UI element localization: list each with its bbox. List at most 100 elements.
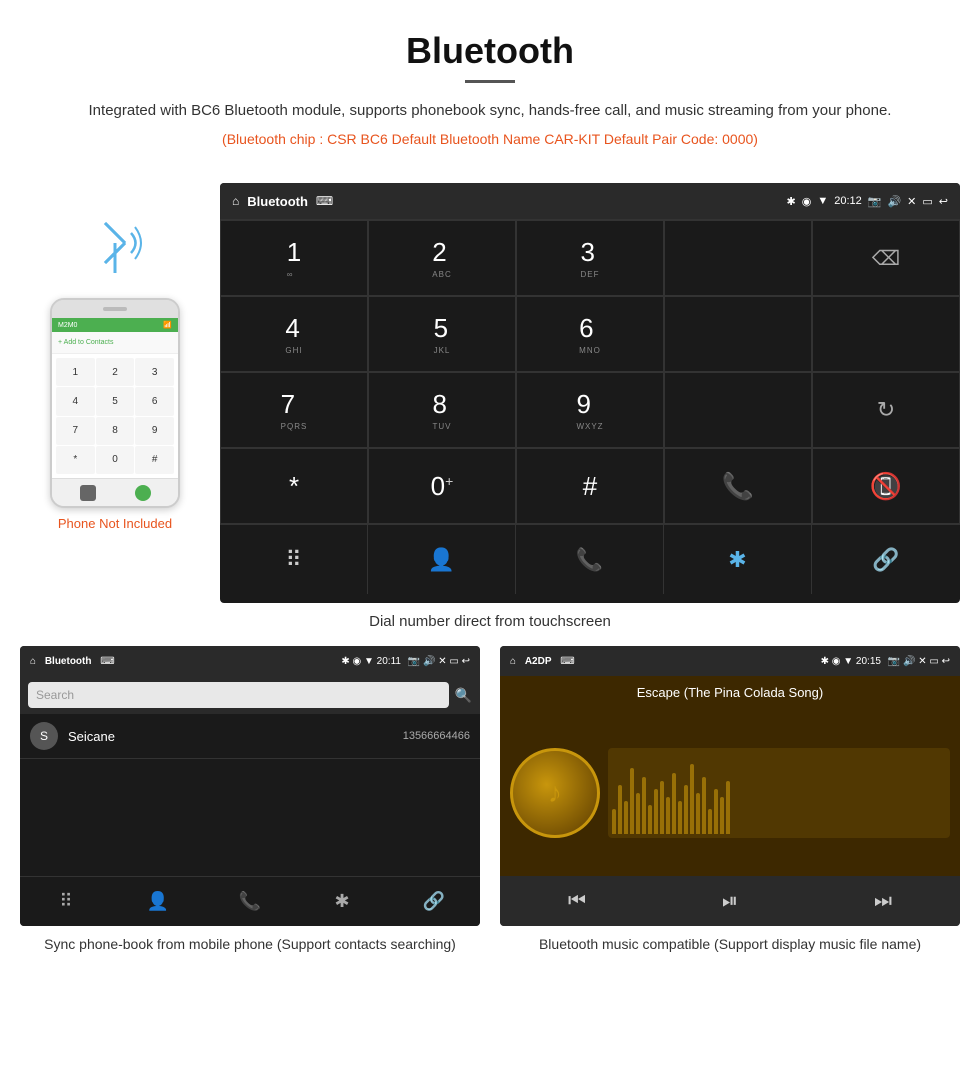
dial-key-7[interactable]: 7PQRS bbox=[220, 372, 368, 448]
nav-settings[interactable]: 🔗 bbox=[812, 525, 960, 594]
music-caption: Bluetooth music compatible (Support disp… bbox=[500, 934, 960, 955]
phonebook-screenshot-item: ⌂ Bluetooth ⌨ ✱ ◉ ▼ 20:11 📷 🔊 ✕ ▭ ↩ Sear… bbox=[20, 646, 480, 955]
pb-nav-bt[interactable]: ✱ bbox=[296, 877, 388, 926]
nav-contacts[interactable]: 👤 bbox=[368, 525, 516, 594]
music-status-left: ⌂ A2DP ⌨ bbox=[510, 656, 575, 667]
music-album-area: ♪ bbox=[500, 710, 960, 876]
phone-not-included-label: Phone Not Included bbox=[58, 516, 172, 531]
pb-title: Bluetooth bbox=[45, 656, 92, 667]
dial-key-0[interactable]: 0+ bbox=[368, 448, 516, 524]
pb-search-button[interactable]: 🔍 bbox=[455, 687, 472, 704]
phone-call-icon bbox=[135, 485, 151, 501]
refresh-icon: ↻ bbox=[877, 397, 895, 423]
status-title: Bluetooth bbox=[247, 194, 308, 209]
music-screenshot-item: ⌂ A2DP ⌨ ✱ ◉ ▼ 20:15 📷 🔊 ✕ ▭ ↩ Escape (T… bbox=[500, 646, 960, 955]
dial-refresh[interactable]: ↻ bbox=[812, 372, 960, 448]
music-close-icon[interactable]: ✕ bbox=[918, 656, 926, 667]
dial-key-4[interactable]: 4GHI bbox=[220, 296, 368, 372]
nav-bluetooth-icon[interactable]: ✱ bbox=[664, 525, 812, 594]
pb-nav-dialpad[interactable]: ⠿ bbox=[20, 877, 112, 926]
dial-backspace[interactable]: ⌫ bbox=[812, 220, 960, 296]
status-bar-right: ✱ ◉ ▼ 20:12 📷 🔊 ✕ ▭ ↩ bbox=[787, 195, 949, 208]
music-next-btn[interactable]: ⏭ bbox=[874, 890, 892, 913]
pb-contact-row[interactable]: S Seicane 13566664466 bbox=[20, 714, 480, 759]
backspace-icon: ⌫ bbox=[872, 246, 900, 271]
pb-contact-number: 13566664466 bbox=[403, 730, 470, 742]
pb-back-icon[interactable]: ↩ bbox=[462, 656, 470, 667]
music-play-btn[interactable]: ⏯ bbox=[722, 890, 738, 913]
pb-nav-link[interactable]: 🔗 bbox=[388, 877, 480, 926]
music-usb-icon: ⌨ bbox=[560, 656, 574, 667]
music-note-icon: ♪ bbox=[548, 777, 562, 809]
time-display: 20:12 bbox=[834, 195, 862, 207]
phone-add-contact: + Add to Contacts bbox=[52, 332, 178, 354]
android-main-screen: ⌂ Bluetooth ⌨ ✱ ◉ ▼ 20:12 📷 🔊 ✕ ▭ ↩ 1∞ bbox=[220, 183, 960, 603]
music-home-icon[interactable]: ⌂ bbox=[510, 656, 516, 667]
music-song-title: Escape (The Pina Colada Song) bbox=[637, 685, 823, 700]
dial-key-6[interactable]: 6MNO bbox=[516, 296, 664, 372]
phone-mockup-container: M2M0 📶 + Add to Contacts 123 456 789 *0#… bbox=[20, 183, 210, 531]
music-prev-btn[interactable]: ⏮ bbox=[568, 890, 586, 913]
pb-nav-person[interactable]: 👤 bbox=[112, 877, 204, 926]
dial-key-hash[interactable]: # bbox=[516, 448, 664, 524]
music-status-right: ✱ ◉ ▼ 20:15 📷 🔊 ✕ ▭ ↩ bbox=[821, 656, 950, 667]
back-icon[interactable]: ↩ bbox=[939, 195, 948, 208]
signal-icon: ▼ bbox=[817, 195, 828, 207]
dial-key-2[interactable]: 2ABC bbox=[368, 220, 516, 296]
music-status-bar: ⌂ A2DP ⌨ ✱ ◉ ▼ 20:15 📷 🔊 ✕ ▭ ↩ bbox=[500, 646, 960, 676]
pb-nav-phone[interactable]: 📞 bbox=[204, 877, 296, 926]
dial-key-9[interactable]: 9WXYZ bbox=[516, 372, 664, 448]
android-status-bar: ⌂ Bluetooth ⌨ ✱ ◉ ▼ 20:12 📷 🔊 ✕ ▭ ↩ bbox=[220, 183, 960, 219]
music-camera-icon[interactable]: 📷 bbox=[888, 656, 900, 667]
dial-end-btn[interactable]: 📵 bbox=[812, 448, 960, 524]
bt-status-icon: ✱ bbox=[787, 195, 796, 208]
header-section: Bluetooth Integrated with BC6 Bluetooth … bbox=[0, 0, 980, 183]
top-content-area: M2M0 📶 + Add to Contacts 123 456 789 *0#… bbox=[0, 183, 980, 603]
music-volume-icon[interactable]: 🔊 bbox=[903, 656, 915, 667]
pb-search-area: Search 🔍 bbox=[20, 676, 480, 714]
phone-top-bar bbox=[52, 300, 178, 318]
pb-camera-icon[interactable]: 📷 bbox=[408, 656, 420, 667]
pb-search-placeholder: Search bbox=[36, 688, 74, 702]
music-song-area: Escape (The Pina Colada Song) bbox=[500, 676, 960, 710]
pb-window-icon[interactable]: ▭ bbox=[449, 656, 458, 667]
bluetooth-signal-area bbox=[85, 213, 145, 288]
music-window-icon[interactable]: ▭ bbox=[929, 656, 938, 667]
description-text: Integrated with BC6 Bluetooth module, su… bbox=[60, 99, 920, 123]
camera-icon[interactable]: 📷 bbox=[868, 195, 882, 208]
pb-contact-avatar: S bbox=[30, 722, 58, 750]
dial-key-8[interactable]: 8TUV bbox=[368, 372, 516, 448]
pb-bottom-nav: ⠿ 👤 📞 ✱ 🔗 bbox=[20, 876, 480, 926]
dial-empty-1 bbox=[664, 220, 812, 296]
usb-icon: ⌨ bbox=[316, 194, 333, 208]
close-icon[interactable]: ✕ bbox=[907, 195, 916, 208]
phone-body: M2M0 📶 + Add to Contacts 123 456 789 *0# bbox=[50, 298, 180, 508]
pb-status-left: ⌂ Bluetooth ⌨ bbox=[30, 656, 115, 667]
music-back-icon[interactable]: ↩ bbox=[942, 656, 950, 667]
dial-call-btn[interactable]: 📞 bbox=[664, 448, 812, 524]
phone-bottom-bar bbox=[52, 478, 178, 506]
music-controls: ⏮ ⏯ ⏭ bbox=[500, 876, 960, 926]
volume-icon[interactable]: 🔊 bbox=[887, 195, 901, 208]
dial-key-1[interactable]: 1∞ bbox=[220, 220, 368, 296]
window-icon[interactable]: ▭ bbox=[922, 195, 932, 208]
bottom-screenshots: ⌂ Bluetooth ⌨ ✱ ◉ ▼ 20:11 📷 🔊 ✕ ▭ ↩ Sear… bbox=[0, 646, 980, 975]
dial-key-3[interactable]: 3DEF bbox=[516, 220, 664, 296]
pb-close-icon[interactable]: ✕ bbox=[438, 656, 446, 667]
music-waveform bbox=[608, 748, 950, 838]
phone-camera-icon bbox=[80, 485, 96, 501]
dial-empty-3 bbox=[812, 296, 960, 372]
pb-contact-name: Seicane bbox=[68, 729, 403, 744]
status-bar-left: ⌂ Bluetooth ⌨ bbox=[232, 194, 333, 209]
nav-calls[interactable]: 📞 bbox=[516, 525, 664, 594]
home-icon[interactable]: ⌂ bbox=[232, 194, 239, 208]
dial-key-star[interactable]: * bbox=[220, 448, 368, 524]
pb-volume-icon[interactable]: 🔊 bbox=[423, 656, 435, 667]
pb-usb-icon: ⌨ bbox=[100, 656, 114, 667]
nav-dialpad[interactable]: ⠿ bbox=[220, 525, 368, 594]
pb-home-icon[interactable]: ⌂ bbox=[30, 656, 36, 667]
music-screen: ⌂ A2DP ⌨ ✱ ◉ ▼ 20:15 📷 🔊 ✕ ▭ ↩ Escape (T… bbox=[500, 646, 960, 926]
location-icon: ◉ bbox=[802, 195, 812, 208]
dial-key-5[interactable]: 5JKL bbox=[368, 296, 516, 372]
pb-search-input[interactable]: Search bbox=[28, 682, 449, 708]
